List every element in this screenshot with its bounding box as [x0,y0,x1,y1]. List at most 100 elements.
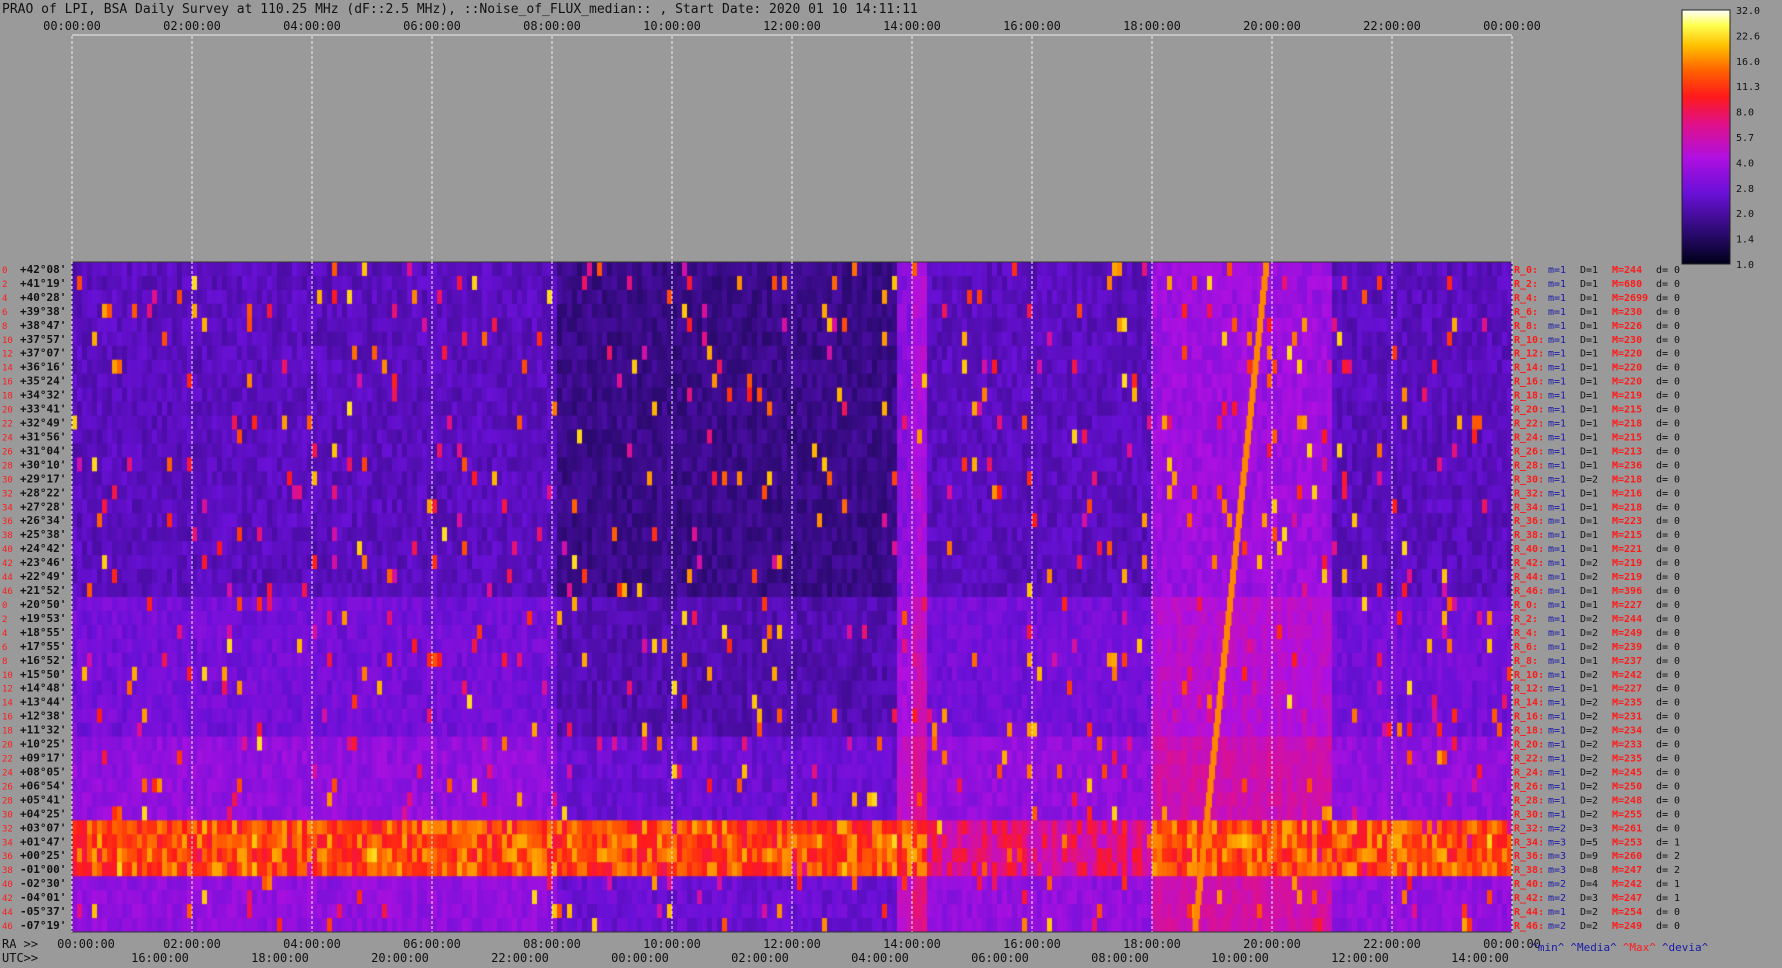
colorbar-tick-label: 32.0 [1736,6,1760,17]
row-stat-max: M=244 [1612,265,1642,276]
row-stat-min: m=1 [1548,809,1566,820]
colorbar: 32.0 22.6 16.0 11.3 8.0 5.7 4.0 2.8 2.0 1.4 1.0 [1681,6,1760,271]
row-stat-media: D=2 [1580,642,1598,653]
row-stat-max: M=2699 [1612,293,1648,304]
row-stat-min: m=1 [1548,628,1566,639]
row-stat-max: M=215 [1612,432,1642,443]
row-stat-devia: d= 0 [1656,432,1680,443]
colorbar-tick-label: 2.8 [1736,184,1754,195]
row-stat-max: M=236 [1612,460,1642,471]
row-index-label: 46 [2,587,13,597]
utc-tick-label: 02:00:00 [731,951,789,965]
row-stat-r: R_42: [1514,893,1544,904]
row-stat-devia: d= 1 [1656,893,1680,904]
row-stat-media: D=2 [1580,558,1598,569]
row-stat-max: M=220 [1612,363,1642,374]
declination-label: +22°49' [20,570,66,583]
row-stat-r: R_38: [1514,530,1544,541]
row-stat-r: R_16: [1514,377,1544,388]
declination-label: +03°07' [20,821,66,834]
row-index-label: 30 [2,475,13,485]
row-statistics: R_0: m=1 D=1 M=244 d= 0 R_2: m=1 D=1 M=680 d= 0 R_… [1514,265,1680,932]
row-index-label: 28 [2,796,13,806]
row-stat-r: R_10: [1514,670,1544,681]
ra-tick-label: 22:00:00 [1363,937,1421,951]
row-index-label: 0 [2,601,7,611]
row-stat-min: m=1 [1548,349,1566,360]
row-index-label: 8 [2,322,7,332]
row-index-label: 28 [2,461,13,471]
row-stat-max: M=227 [1612,600,1642,611]
row-stat-min: m=1 [1548,516,1566,527]
declination-label: +42°08' [20,263,66,276]
row-stat-r: R_18: [1514,391,1544,402]
row-stat-media: D=1 [1580,586,1598,597]
declination-label: +27°28' [20,500,66,513]
row-stat-media: D=1 [1580,419,1598,430]
row-stat-r: R_10: [1514,335,1544,346]
row-index-label: 36 [2,517,13,527]
row-stat-devia: d= 0 [1656,809,1680,820]
declination-label: +14°48' [20,682,66,695]
row-stat-max: M=247 [1612,893,1642,904]
footer-devia: ^devia^ [1661,941,1709,954]
row-stat-r: R_6: [1514,642,1538,653]
row-stat-max: M=249 [1612,628,1642,639]
row-stat-devia: d= 0 [1656,558,1680,569]
row-stat-r: R_26: [1514,781,1544,792]
row-stat-media: D=2 [1580,795,1598,806]
row-stat-max: M=680 [1612,279,1642,290]
colorbar-tick-label: 11.3 [1736,82,1760,93]
row-stat-media: D=1 [1580,307,1598,318]
ra-tick-label: 10:00:00 [643,937,701,951]
row-stat-r: R_22: [1514,419,1544,430]
top-tick-label: 00:00:00 [43,19,101,33]
declination-label: +29°17' [20,472,66,485]
row-stat-max: M=231 [1612,712,1642,723]
row-stat-r: R_14: [1514,363,1544,374]
colorbar-tick-label: 1.4 [1736,235,1754,246]
row-index-label: 14 [2,364,13,374]
row-stat-media: D=1 [1580,391,1598,402]
row-stat-media: D=2 [1580,712,1598,723]
declination-label: +41°19' [20,277,66,290]
row-stat-max: M=218 [1612,419,1642,430]
row-stat-devia: d= 0 [1656,656,1680,667]
row-stat-min: m=1 [1548,391,1566,402]
row-stat-media: D=1 [1580,684,1598,695]
row-stat-devia: d= 2 [1656,851,1680,862]
row-stat-r: R_42: [1514,558,1544,569]
row-stat-max: M=255 [1612,809,1642,820]
declination-label: +13°44' [20,696,66,709]
row-stat-media: D=1 [1580,656,1598,667]
row-stat-r: R_8: [1514,656,1538,667]
row-stat-min: m=1 [1548,279,1566,290]
declination-label: +20°50' [20,598,66,611]
row-stat-max: M=260 [1612,851,1642,862]
row-stat-media: D=2 [1580,614,1598,625]
ra-tick-label: 20:00:00 [1243,937,1301,951]
colorbar-tick-label: 4.0 [1736,158,1754,169]
row-stat-max: M=219 [1612,391,1642,402]
row-stat-media: D=4 [1580,879,1598,890]
row-stat-min: m=1 [1548,740,1566,751]
declination-label: +25°38' [20,528,66,541]
row-stat-devia: d= 0 [1656,614,1680,625]
declination-label: +18°55' [20,626,66,639]
row-index-label: 44 [2,908,13,918]
row-stat-r: R_12: [1514,684,1544,695]
row-stat-r: R_44: [1514,907,1544,918]
row-stat-max: M=215 [1612,530,1642,541]
declination-label: -02°30' [20,877,66,890]
row-index-label: 30 [2,810,13,820]
row-stat-r: R_2: [1514,279,1538,290]
row-index-label: 24 [2,768,13,778]
row-stat-devia: d= 0 [1656,767,1680,778]
row-stat-max: M=219 [1612,572,1642,583]
row-stat-r: R_22: [1514,754,1544,765]
row-stat-devia: d= 0 [1656,377,1680,388]
row-index-label: 6 [2,308,7,318]
utc-axis-label: UTC>> [2,951,38,965]
declination-label: +11°32' [20,724,66,737]
declination-label: +16°52' [20,654,66,667]
